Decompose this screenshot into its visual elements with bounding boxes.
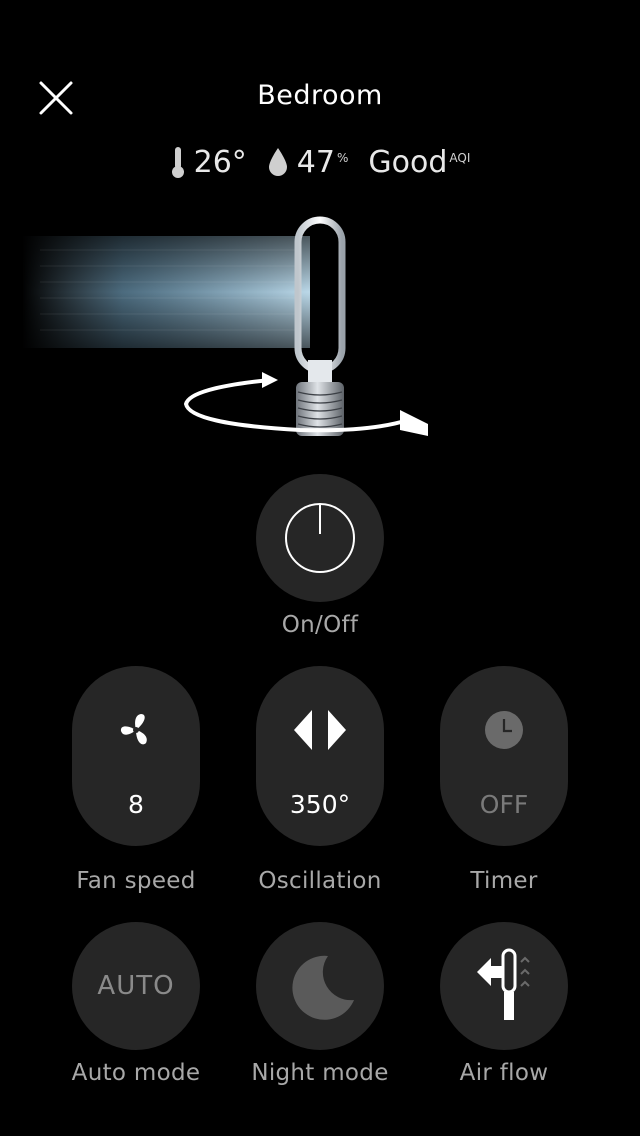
fan-illustration <box>0 210 640 460</box>
auto-mode-text: AUTO <box>97 971 175 1001</box>
air-quality-unit: AQI <box>449 150 471 165</box>
clock-icon <box>440 710 568 750</box>
air-flow-button[interactable] <box>440 922 568 1050</box>
air-quality-value: Good <box>368 144 448 180</box>
air-flow-icon <box>477 948 530 1020</box>
oscillation-label: Oscillation <box>258 868 382 894</box>
auto-mode-label: Auto mode <box>71 1060 201 1086</box>
page-title: Bedroom <box>257 80 383 111</box>
fan-icon <box>72 710 200 750</box>
fan-speed-button[interactable]: 8 <box>72 666 200 846</box>
timer-value: OFF <box>479 790 529 819</box>
environment-readings: 26° 47 % Good AQI <box>0 140 640 184</box>
timer-label: Timer <box>470 868 538 894</box>
air-quality-reading: Good AQI <box>368 145 470 180</box>
oscillation-arrows-icon <box>256 710 384 750</box>
power-button[interactable] <box>256 474 384 602</box>
humidity-value: 47 <box>296 144 335 180</box>
temperature-reading: 26° <box>170 145 247 180</box>
thermometer-icon <box>171 147 184 178</box>
auto-mode-button[interactable]: AUTO <box>72 922 200 1050</box>
power-icon <box>285 503 355 573</box>
night-mode-button[interactable] <box>256 922 384 1050</box>
power-label: On/Off <box>281 612 359 638</box>
oscillation-value: 350° <box>289 790 351 819</box>
water-drop-icon <box>268 148 287 176</box>
fan-speed-label: Fan speed <box>76 868 196 894</box>
humidity-reading: 47 % <box>267 144 349 180</box>
fan-speed-value: 8 <box>128 790 144 819</box>
moon-icon <box>292 955 354 1020</box>
air-flow-label: Air flow <box>459 1060 549 1086</box>
oscillation-button[interactable]: 350° <box>256 666 384 846</box>
temperature-value: 26° <box>193 144 247 180</box>
timer-button[interactable]: OFF <box>440 666 568 846</box>
fan-device-image <box>22 216 428 436</box>
night-mode-label: Night mode <box>251 1060 389 1086</box>
humidity-unit: % <box>336 150 349 165</box>
